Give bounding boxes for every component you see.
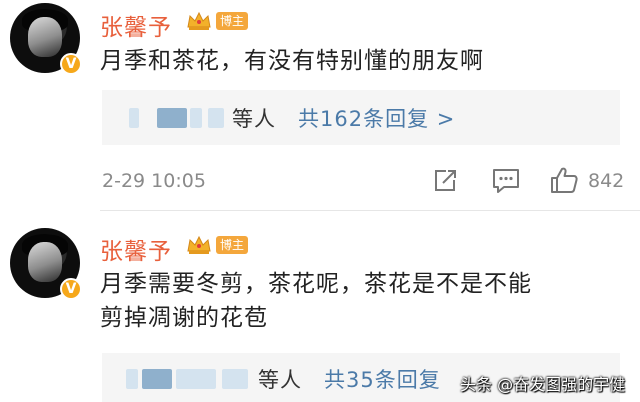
like-count: 842 — [588, 170, 625, 192]
reply-users-suffix: 等人 — [258, 368, 302, 392]
blurred-username — [157, 108, 187, 128]
blurred-username — [190, 108, 202, 128]
verified-icon: V — [60, 278, 82, 300]
blurred-username — [129, 108, 139, 128]
verified-icon: V — [60, 53, 82, 75]
reply-users-suffix: 等人 — [232, 107, 276, 131]
like-icon[interactable] — [549, 165, 579, 195]
comment-text: 月季需要冬剪，茶花呢，茶花是不是不能剪掉凋谢的花苞 — [100, 271, 532, 331]
avatar[interactable]: V — [10, 3, 82, 75]
reply-summary[interactable]: 等人 共162条回复 > — [102, 90, 620, 145]
blurred-username — [142, 369, 172, 389]
reply-count-link[interactable]: 共35条回复 — [324, 364, 441, 394]
comment-icon[interactable] — [492, 168, 520, 194]
share-icon[interactable] — [432, 168, 458, 194]
blurred-username — [208, 108, 224, 128]
username[interactable]: 张馨予 — [100, 8, 172, 42]
blurred-username — [126, 369, 138, 389]
blurred-username — [176, 369, 216, 389]
crown-icon — [187, 11, 211, 30]
crown-icon — [187, 235, 211, 254]
role-badge: 博主 — [216, 236, 249, 254]
blurred-username — [222, 369, 248, 389]
divider — [100, 210, 640, 211]
role-badge: 博主 — [216, 12, 249, 30]
timestamp: 2-29 10:05 — [102, 170, 206, 192]
avatar-face — [28, 17, 62, 57]
watermark: 头条 @奋发图强的宇健 — [460, 375, 626, 394]
avatar[interactable]: V — [10, 228, 82, 300]
avatar-face — [28, 242, 62, 282]
username[interactable]: 张馨予 — [100, 232, 172, 266]
reply-count-link[interactable]: 共162条回复 > — [298, 103, 455, 133]
comment-text: 月季和茶花，有没有特别懂的朋友啊 — [100, 48, 484, 74]
